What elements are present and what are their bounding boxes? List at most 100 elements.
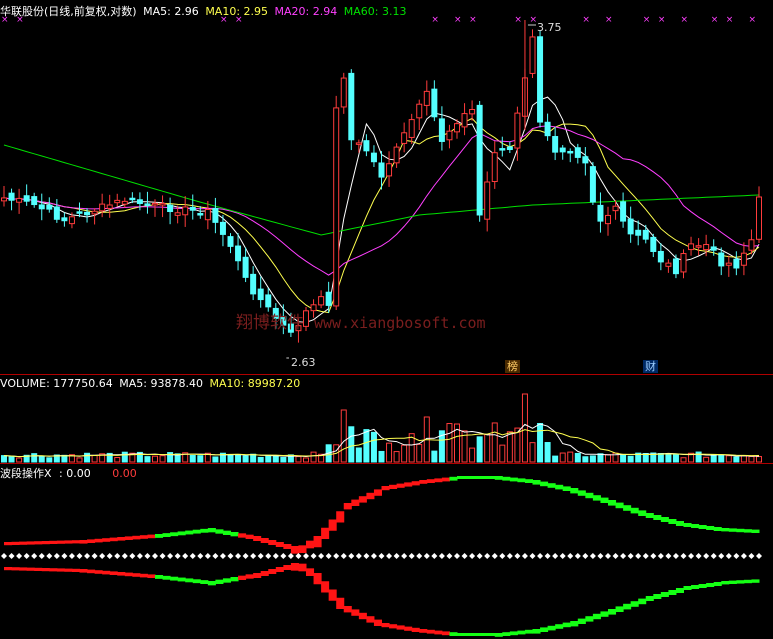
centre-diamond	[340, 553, 347, 559]
oscillator-step-lower	[706, 583, 715, 587]
oscillator-step-upper	[290, 546, 299, 554]
candle-body	[650, 236, 657, 252]
volume-bar	[506, 431, 513, 463]
oscillator-step-upper	[351, 499, 360, 506]
oscillator-step-lower	[313, 573, 322, 585]
oscillator-step-lower	[570, 621, 579, 627]
oscillator-step-upper	[494, 476, 503, 480]
candle-body	[235, 245, 242, 262]
volume-ma10-label: MA10:	[209, 377, 245, 390]
oscillator-step-upper	[34, 541, 43, 545]
oscillator-step-lower	[426, 629, 435, 634]
volume-bar	[718, 454, 725, 463]
candle-body	[605, 214, 611, 225]
oscillator-step-upper	[517, 478, 526, 483]
oscillator-step-upper	[260, 538, 269, 543]
candle-body	[1, 197, 7, 202]
finance-event-badge[interactable]: 财	[643, 360, 658, 373]
volume-ma5-label: MA5:	[119, 377, 148, 390]
oscillator-step-lower	[404, 626, 413, 631]
oscillator-step-upper	[509, 477, 518, 482]
centre-diamond	[612, 553, 619, 559]
oscillator-step-lower	[645, 596, 654, 601]
oscillator-step-lower	[177, 577, 186, 582]
centre-diamond	[589, 553, 596, 559]
volume-bar	[703, 456, 710, 463]
candle-body	[703, 244, 710, 251]
volume-bar	[114, 456, 121, 463]
centre-diamond	[136, 553, 143, 559]
oscillator-step-lower	[600, 611, 609, 617]
oscillator-step-lower	[170, 576, 179, 581]
oscillator-step-upper	[751, 529, 760, 533]
centre-diamond	[567, 553, 574, 559]
centre-diamond	[23, 553, 30, 559]
candle-body	[537, 36, 544, 123]
centre-diamond	[688, 553, 695, 559]
centre-diamond	[423, 553, 430, 559]
oscillator-step-lower	[487, 633, 496, 636]
centre-diamond	[680, 553, 687, 559]
centre-diamond	[620, 553, 627, 559]
candle-body	[386, 163, 393, 177]
candle-body	[182, 206, 189, 216]
oscillator-step-lower	[494, 633, 503, 637]
candle-body	[740, 252, 747, 266]
oscillator-step-upper	[19, 541, 28, 545]
candle-body	[46, 204, 53, 210]
candle-body	[695, 245, 702, 248]
centre-diamond	[574, 553, 581, 559]
oscillator-step-upper	[638, 510, 647, 516]
volume-bar	[144, 456, 151, 463]
oscillator-step-upper	[245, 534, 254, 539]
candle-body	[363, 140, 370, 152]
list-event-badge[interactable]: 榜	[505, 360, 520, 373]
candle-body	[491, 152, 498, 183]
oscillator-step-upper	[170, 532, 179, 537]
centre-diamond	[242, 553, 249, 559]
volume-bar	[257, 456, 264, 463]
candle-body	[529, 36, 536, 74]
centre-diamond	[454, 553, 460, 559]
event-marker: ×	[658, 15, 666, 25]
oscillator-step-lower	[19, 567, 28, 571]
oscillator-step-upper	[660, 517, 669, 522]
oscillator-step-lower	[132, 573, 141, 577]
oscillator-step-upper	[441, 477, 450, 482]
volume-bar	[469, 447, 476, 463]
candle-body	[53, 206, 60, 220]
candle-body	[710, 246, 717, 251]
volume-bar	[484, 434, 491, 463]
candle-body	[204, 209, 211, 221]
centre-diamond	[363, 553, 370, 559]
oscillator-step-lower	[623, 603, 632, 610]
oscillator-step-upper	[547, 483, 556, 488]
candle-body	[8, 192, 15, 201]
oscillator-step-upper	[449, 476, 458, 481]
candle-body	[370, 152, 377, 163]
candle-body	[189, 206, 196, 211]
candle-body	[84, 211, 91, 216]
volume-bar	[355, 447, 362, 463]
centre-diamond	[627, 553, 634, 559]
oscillator-step-lower	[373, 619, 382, 626]
oscillator-step-lower	[56, 568, 65, 572]
volume-bar	[740, 455, 747, 463]
oscillator-panel	[1, 476, 762, 637]
oscillator-step-upper	[109, 537, 118, 542]
oscillator-step-upper	[132, 535, 141, 540]
oscillator-step-lower	[222, 578, 231, 583]
volume-bar	[552, 455, 559, 463]
candle-body	[544, 121, 551, 137]
oscillator-step-upper	[562, 486, 571, 491]
watermark: 翔博软件 www.xiangbosoft.com	[236, 308, 486, 333]
candle-body	[212, 207, 219, 223]
oscillator-step-lower	[185, 578, 194, 583]
oscillator-step-lower	[102, 570, 111, 575]
oscillator-step-upper	[472, 476, 481, 479]
ma20-legend-label: MA20:	[274, 5, 310, 18]
oscillator-step-lower	[517, 630, 526, 635]
centre-diamond	[672, 553, 679, 559]
low-price-annotation: 2.63	[291, 356, 316, 369]
oscillator-step-lower	[351, 609, 360, 616]
